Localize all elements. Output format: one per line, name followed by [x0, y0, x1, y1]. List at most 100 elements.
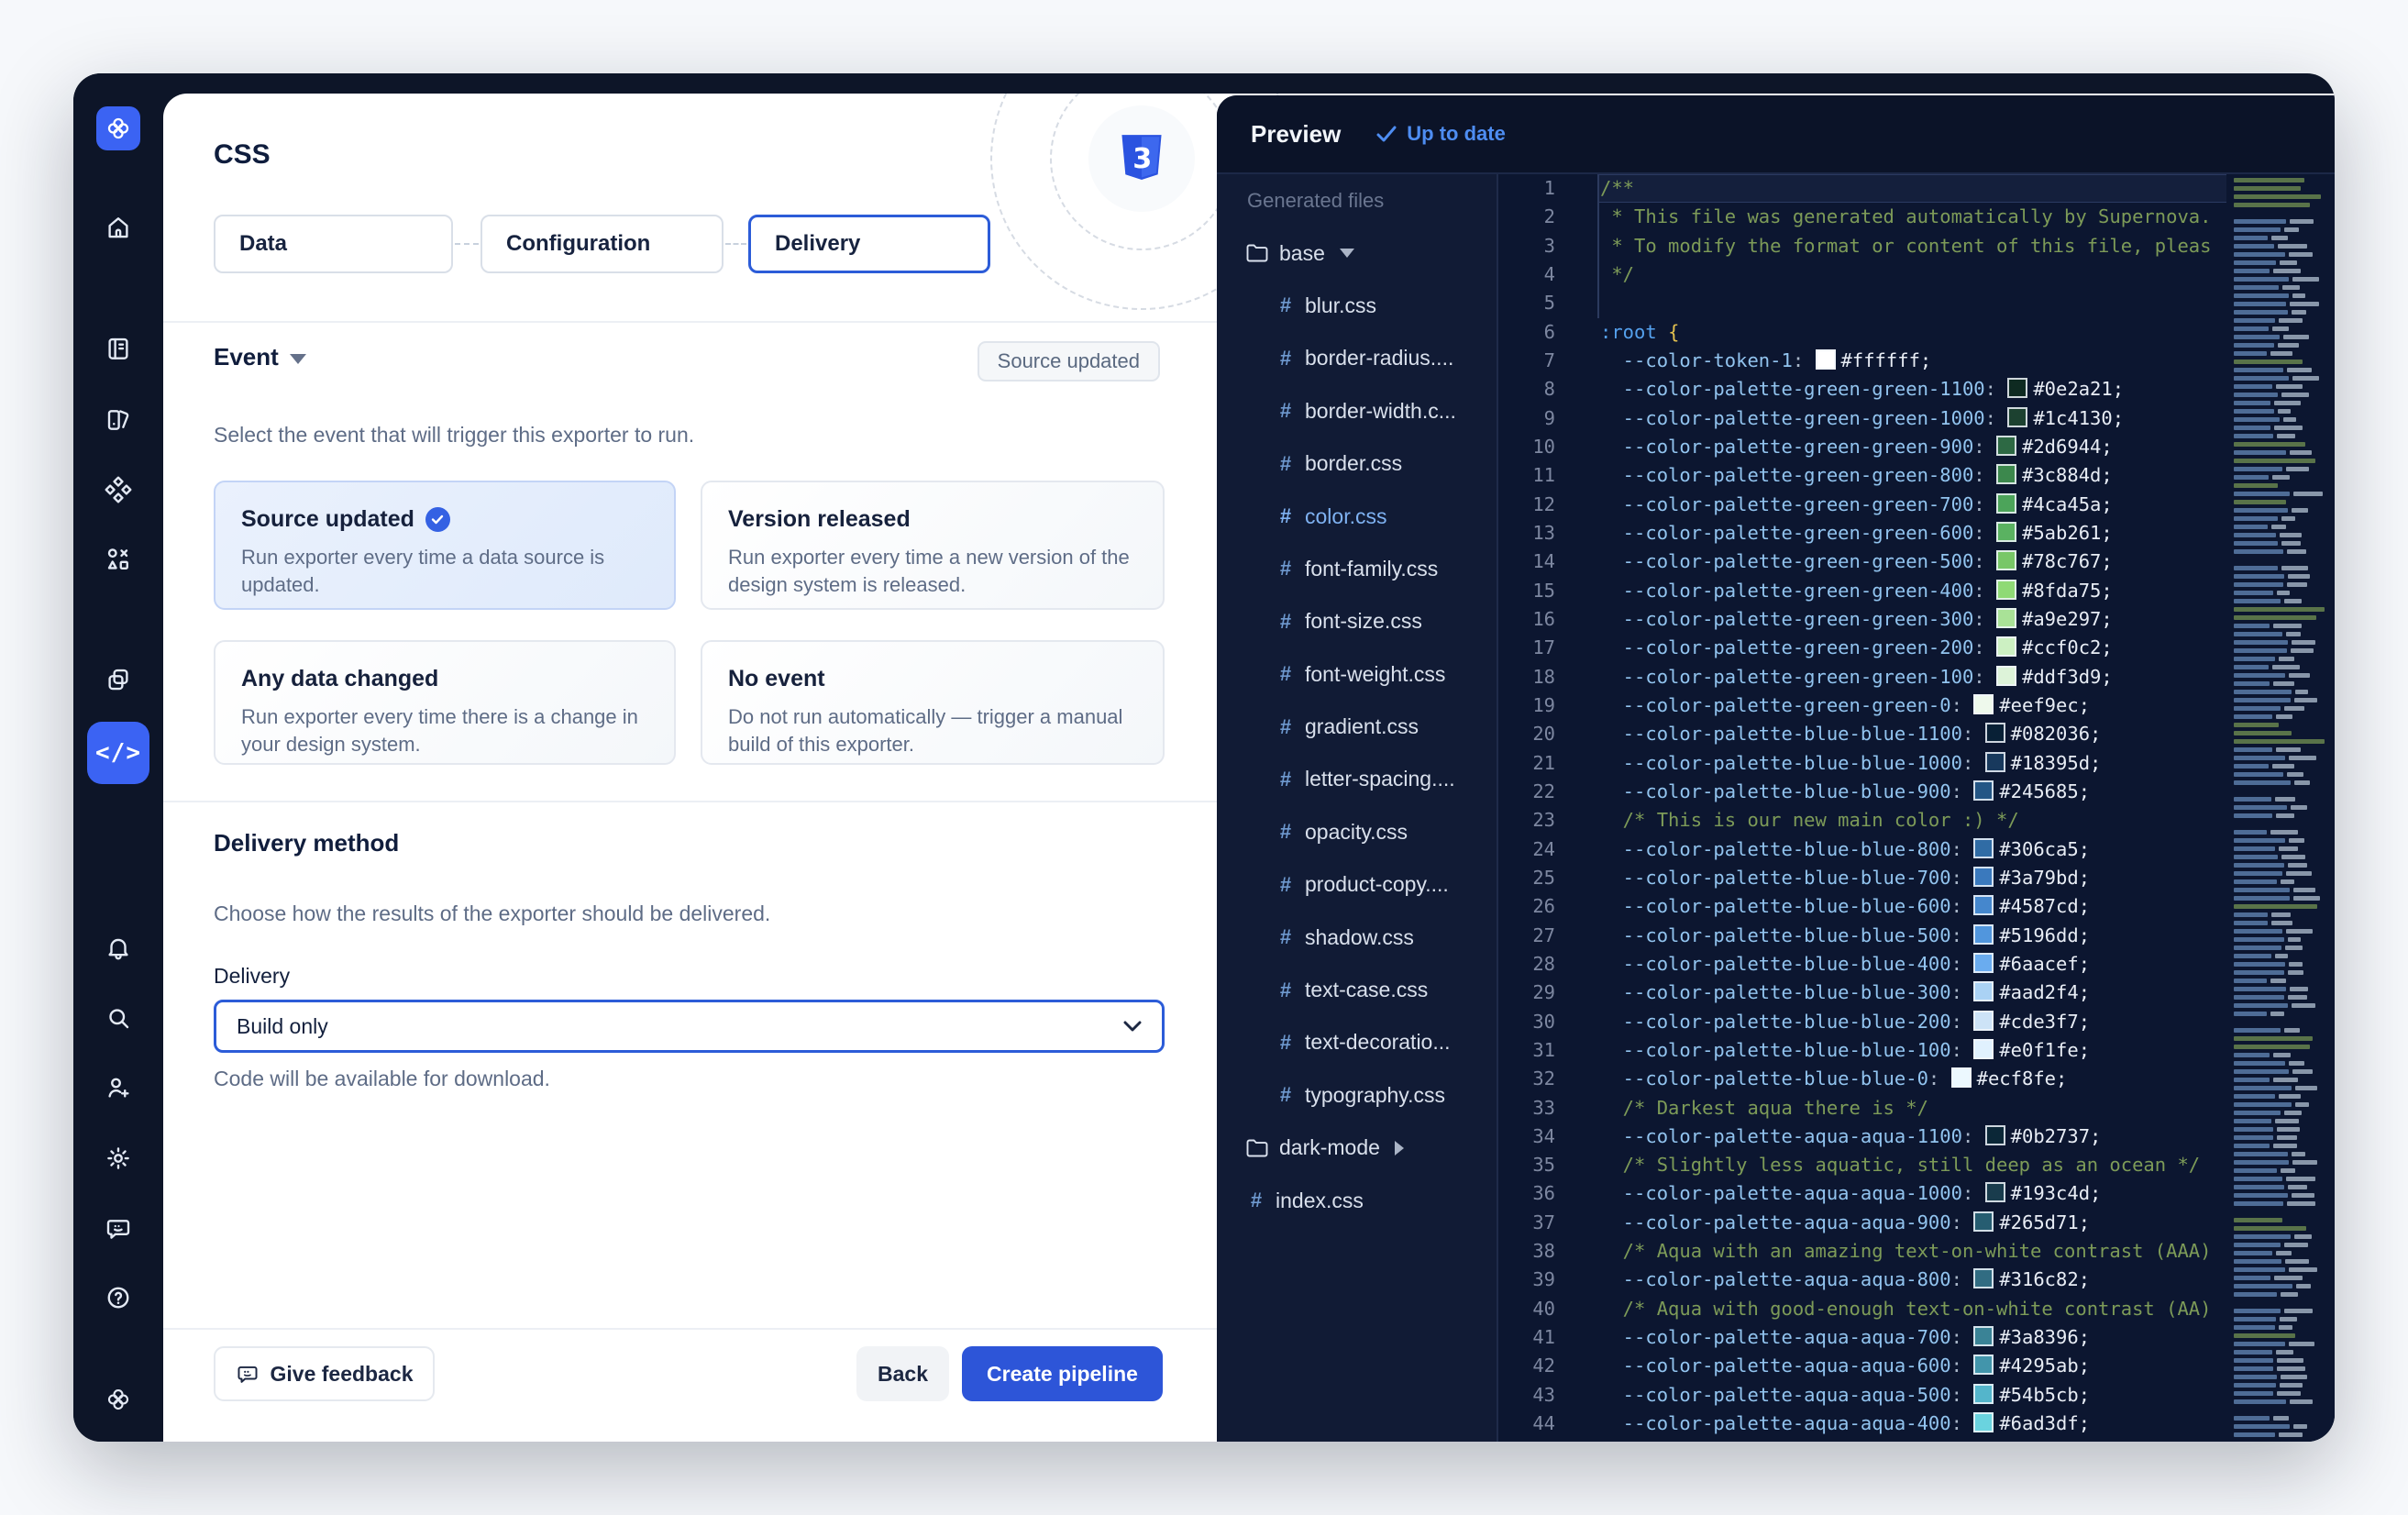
- tree-file-text-decoratio[interactable]: #text-decoratio...: [1217, 1016, 1497, 1068]
- svg-text:3: 3: [1132, 143, 1152, 175]
- css-file-icon: #: [1275, 925, 1297, 949]
- tree-file-border-radius[interactable]: #border-radius....: [1217, 332, 1497, 384]
- event-option-source-updated[interactable]: Source updated Run exporter every time a…: [214, 481, 676, 610]
- color-swatch: [1951, 1067, 1972, 1088]
- sidebar-item-search[interactable]: [73, 996, 163, 1040]
- tree-file-border-width-c[interactable]: #border-width.c...: [1217, 385, 1497, 437]
- stepper-connector: [725, 243, 746, 245]
- tree-file-index-css[interactable]: #index.css: [1217, 1174, 1497, 1226]
- sidebar-item-supernova-outline[interactable]: [73, 1377, 163, 1421]
- tree-file-blur-css[interactable]: #blur.css: [1217, 280, 1497, 332]
- code-line-1: 1/**: [1498, 174, 2335, 203]
- code-line-34: 34 --color-palette-aqua-aqua-1100: #0b27…: [1498, 1122, 2335, 1151]
- create-pipeline-button[interactable]: Create pipeline: [962, 1346, 1163, 1401]
- event-heading: Event: [214, 343, 279, 371]
- event-description: Select the event that will trigger this …: [214, 423, 694, 448]
- line-number: 17: [1498, 634, 1555, 662]
- line-number: 7: [1498, 347, 1555, 375]
- event-status-badge: Source updated: [978, 341, 1160, 382]
- sidebar-item-home[interactable]: [73, 205, 163, 249]
- line-number: 21: [1498, 749, 1555, 778]
- sidebar-item-components[interactable]: [73, 468, 163, 512]
- line-number: 23: [1498, 806, 1555, 835]
- event-option-any-data-changed[interactable]: Any data changed Run exporter every time…: [214, 640, 676, 765]
- code-line-6: 6:root {: [1498, 318, 2335, 347]
- tree-file-letter-spacing[interactable]: #letter-spacing....: [1217, 753, 1497, 805]
- color-swatch: [1996, 550, 2016, 570]
- sidebar-item-assets[interactable]: [73, 397, 163, 441]
- tree-folder-base[interactable]: base: [1217, 227, 1497, 279]
- delivery-field-label: Delivery: [214, 964, 290, 989]
- line-number: 42: [1498, 1352, 1555, 1380]
- tree-file-text-case-css[interactable]: #text-case.css: [1217, 964, 1497, 1016]
- chevron-down-icon: [290, 354, 306, 364]
- tree-folder-dark-mode[interactable]: dark-mode: [1217, 1122, 1497, 1174]
- stepper-step-configuration[interactable]: Configuration: [480, 215, 724, 273]
- code-line-25: 25 --color-palette-blue-blue-700: #3a79b…: [1498, 864, 2335, 892]
- line-number: 29: [1498, 979, 1555, 1007]
- sidebar-item-notifications[interactable]: [73, 925, 163, 969]
- event-option-no-event[interactable]: No event Do not run automatically — trig…: [701, 640, 1165, 765]
- sidebar-item-duplicate[interactable]: [73, 658, 163, 702]
- event-option-description: Run exporter every time a new version of…: [728, 544, 1143, 599]
- stepper-connector: [455, 243, 479, 245]
- code-line-21: 21 --color-palette-blue-blue-1000: #1839…: [1498, 749, 2335, 778]
- sidebar-item-invite-user[interactable]: [73, 1066, 163, 1110]
- css-file-icon: #: [1275, 873, 1297, 897]
- tree-file-product-copy[interactable]: #product-copy....: [1217, 858, 1497, 911]
- tree-file-color-css[interactable]: #color.css: [1217, 490, 1497, 542]
- color-swatch: [1816, 349, 1836, 370]
- supernova-logo-icon: [105, 115, 132, 142]
- css-file-icon: #: [1275, 347, 1297, 370]
- preview-status-label: Up to date: [1407, 122, 1506, 146]
- tree-file-shadow-css[interactable]: #shadow.css: [1217, 911, 1497, 963]
- sidebar-item-help[interactable]: [73, 1276, 163, 1320]
- tree-file-gradient-css[interactable]: #gradient.css: [1217, 701, 1497, 753]
- code-line-40: 40 /* Aqua with good-enough text-on-whit…: [1498, 1295, 2335, 1323]
- sidebar-item-shapes[interactable]: [73, 537, 163, 581]
- color-swatch: [1996, 522, 2016, 542]
- color-swatch: [1996, 608, 2016, 628]
- stepper-step-delivery[interactable]: Delivery: [748, 215, 990, 273]
- event-option-description: Run exporter every time there is a chang…: [241, 703, 656, 758]
- back-button[interactable]: Back: [856, 1346, 949, 1401]
- tree-file-font-weight-css[interactable]: #font-weight.css: [1217, 648, 1497, 701]
- sidebar-item-supernova-logo[interactable]: [96, 106, 140, 150]
- code-line-9: 9 --color-palette-green-green-1000: #1c4…: [1498, 404, 2335, 433]
- line-number: 31: [1498, 1036, 1555, 1065]
- stepper-step-label: Data: [239, 231, 287, 257]
- event-section-header[interactable]: Event: [214, 343, 306, 371]
- tree-file-font-family-css[interactable]: #font-family.css: [1217, 543, 1497, 595]
- tree-file-opacity-css[interactable]: #opacity.css: [1217, 806, 1497, 858]
- line-number: 41: [1498, 1323, 1555, 1352]
- code-line-19: 19 --color-palette-green-green-0: #eef9e…: [1498, 691, 2335, 720]
- minimap[interactable]: [2226, 174, 2335, 1442]
- tree-file-font-size-css[interactable]: #font-size.css: [1217, 595, 1497, 647]
- code-line-11: 11 --color-palette-green-green-800: #3c8…: [1498, 461, 2335, 490]
- duplicate-icon: [105, 666, 132, 693]
- code-line-17: 17 --color-palette-green-green-200: #ccf…: [1498, 634, 2335, 662]
- give-feedback-button[interactable]: Give feedback: [214, 1346, 435, 1401]
- stepper-step-data[interactable]: Data: [214, 215, 453, 273]
- color-swatch: [1996, 666, 2016, 686]
- line-number: 8: [1498, 375, 1555, 404]
- line-number: 19: [1498, 691, 1555, 720]
- event-option-version-released[interactable]: Version released Run exporter every time…: [701, 481, 1165, 610]
- sidebar-item-docs[interactable]: [73, 326, 163, 370]
- code-line-24: 24 --color-palette-blue-blue-800: #306ca…: [1498, 835, 2335, 864]
- sidebar-item-settings[interactable]: [73, 1136, 163, 1180]
- tree-file-border-css[interactable]: #border.css: [1217, 437, 1497, 490]
- code-editor[interactable]: 1/**2 * This file was generated automati…: [1498, 174, 2335, 1442]
- delivery-select[interactable]: Build only: [214, 1000, 1165, 1053]
- code-line-3: 3 * To modify the format or content of t…: [1498, 232, 2335, 260]
- sidebar-item-feedback[interactable]: [73, 1207, 163, 1251]
- tree-file-typography-css[interactable]: #typography.css: [1217, 1069, 1497, 1122]
- line-number: 36: [1498, 1179, 1555, 1208]
- line-number: 3: [1498, 232, 1555, 260]
- line-number: 43: [1498, 1381, 1555, 1410]
- notifications-icon: [105, 934, 132, 961]
- home-icon: [105, 214, 132, 241]
- color-swatch: [2007, 378, 2027, 398]
- color-swatch: [1996, 493, 2016, 514]
- sidebar-item-code[interactable]: </>: [87, 722, 149, 784]
